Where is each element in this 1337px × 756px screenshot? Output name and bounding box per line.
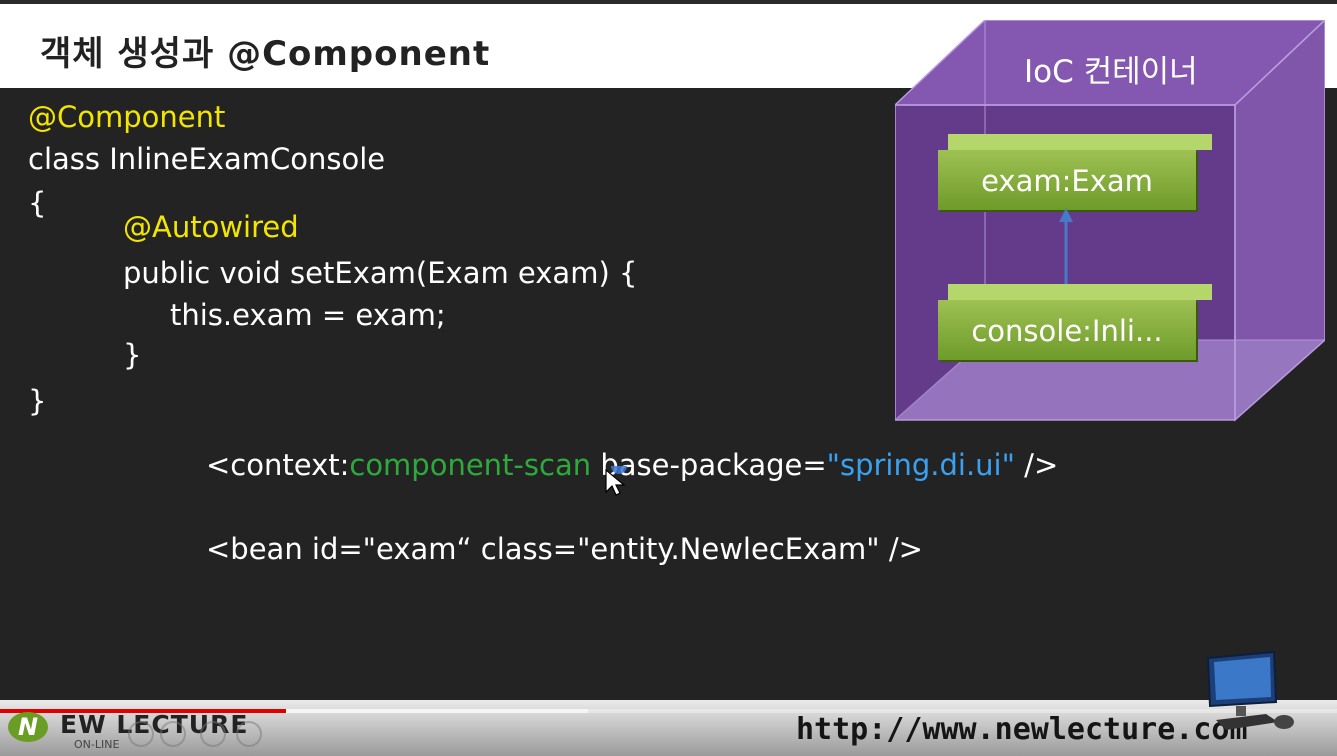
bean-exam: exam:Exam: [938, 150, 1196, 210]
xml-scan-prefix: <context:: [206, 448, 350, 482]
player-control-button[interactable]: [160, 721, 186, 747]
footer-url: http://www.newlecture.com: [796, 712, 1248, 747]
xml-scan-value: "spring.di.ui": [826, 448, 1015, 482]
code-line-open-brace: {: [28, 186, 47, 220]
cursor-icon: [605, 466, 627, 496]
code-line-method-close: }: [123, 338, 142, 372]
computer-icon: [1206, 650, 1294, 730]
code-line-annotation-autowired: @Autowired: [123, 210, 299, 244]
slide-title: 객체 생성과 @Component: [40, 34, 491, 74]
player-control-button[interactable]: [128, 721, 154, 747]
code-line-assignment: this.exam = exam;: [170, 298, 446, 332]
player-control-button[interactable]: [200, 721, 226, 747]
code-line-annotation-component: @Component: [28, 100, 226, 134]
xml-bean-line: <bean id="exam“ class="entity.NewlecExam…: [206, 532, 923, 566]
brand-subtitle: ON-LINE: [74, 738, 120, 751]
ioc-container-title: IoC 컨테이너: [1024, 54, 1198, 90]
bean-console: console:Inli...: [938, 300, 1196, 360]
code-line-class: class InlineExamConsole: [28, 142, 386, 176]
xml-scan-suffix: />: [1014, 448, 1059, 482]
bean-exam-top-face: [948, 134, 1212, 150]
code-line-close-brace: }: [28, 384, 47, 418]
xml-scan-tag: component-scan: [349, 448, 592, 482]
slide: 객체 생성과 @Component @Component class Inlin…: [0, 0, 1337, 756]
player-control-button[interactable]: [236, 721, 262, 747]
logo-icon: N: [8, 712, 48, 742]
bean-console-top-face: [948, 284, 1212, 300]
code-line-method: public void setExam(Exam exam) {: [123, 256, 638, 290]
